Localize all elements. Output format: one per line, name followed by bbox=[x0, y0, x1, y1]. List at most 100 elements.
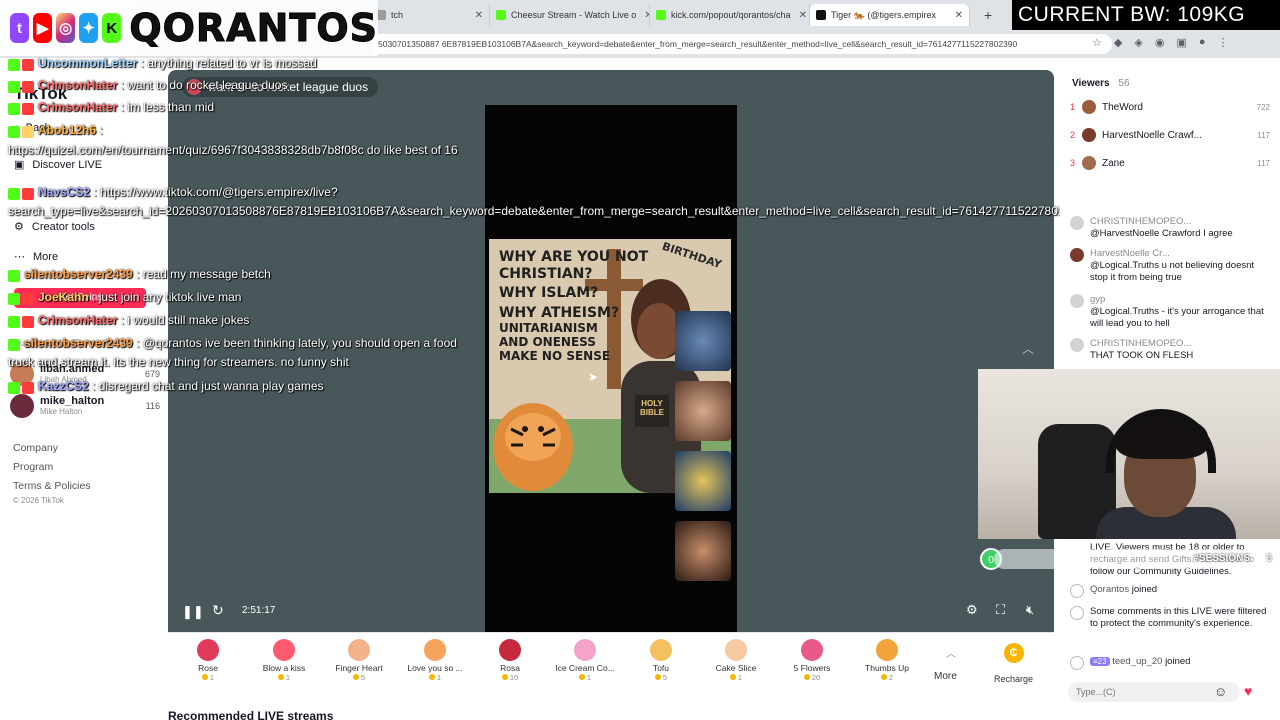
gift-item[interactable]: Tofu 5 bbox=[626, 637, 696, 682]
viewer-rank-row[interactable]: 1 TheWord 722 bbox=[1070, 100, 1270, 114]
kick-badge-icon bbox=[8, 315, 20, 328]
guest-tile[interactable] bbox=[675, 381, 731, 441]
browser-tab-active[interactable]: Tiger 🐅 (@tigers.empirex ✕ bbox=[810, 4, 970, 26]
comment-text: @Logical.Truths u not believing doesnt s… bbox=[1090, 260, 1255, 283]
heart-badge-icon bbox=[22, 187, 34, 200]
fullscreen-icon[interactable]: ⛶ bbox=[996, 602, 1005, 618]
recharge-button[interactable]: ₵ Recharge bbox=[994, 643, 1033, 687]
bookmark-star-icon[interactable]: ☆ bbox=[1092, 36, 1102, 49]
scroll-up-icon[interactable]: ︿ bbox=[1022, 340, 1034, 357]
browser-tab[interactable]: tch ✕ bbox=[370, 4, 490, 26]
extensions-puzzle-icon[interactable]: ▣ bbox=[1176, 36, 1186, 49]
avatar bbox=[1082, 156, 1096, 170]
gift-cost: 1 bbox=[737, 673, 743, 682]
pause-icon[interactable]: ❚❚ bbox=[182, 604, 204, 620]
kick-badge-icon bbox=[8, 381, 20, 394]
emoji-icon[interactable]: ☺ bbox=[1214, 684, 1227, 699]
heart-like-icon[interactable]: ♥ bbox=[1244, 683, 1252, 699]
browser-tab[interactable]: kick.com/popout/qorantos/cha ✕ bbox=[650, 4, 810, 26]
footer-link-company[interactable]: Company bbox=[13, 442, 58, 454]
kick-badge-icon bbox=[8, 338, 20, 351]
guest-tile[interactable] bbox=[675, 311, 731, 371]
social-overlay: t ▶ ◎ ✦ K QORANTOS bbox=[0, 0, 378, 56]
comment-text: @Logical.Truths - it's your arrogance th… bbox=[1090, 306, 1264, 329]
gift-item[interactable]: 5 Flowers 20 bbox=[777, 637, 847, 682]
gift-cost: 1 bbox=[285, 673, 291, 682]
address-bar[interactable]: 5030701350887 6E87819EB103106B7A&search_… bbox=[370, 34, 1112, 54]
extension-icon[interactable]: ◉ bbox=[1155, 36, 1165, 49]
gift-item[interactable]: Cake Slice 1 bbox=[701, 637, 771, 682]
guest-tile[interactable] bbox=[675, 521, 731, 581]
settings-icon[interactable]: ⚙ bbox=[966, 602, 978, 618]
more-gifts-button[interactable]: More bbox=[934, 671, 957, 682]
recharge-label: Recharge bbox=[994, 674, 1034, 684]
chat-badges bbox=[8, 99, 36, 117]
viewer-score: 722 bbox=[1256, 102, 1270, 112]
coin-icon bbox=[803, 674, 810, 680]
chat-username: UncommonLetter bbox=[38, 56, 138, 70]
gift-cost: 1 bbox=[209, 673, 215, 682]
viewers-header[interactable]: Viewers 56 bbox=[1072, 78, 1130, 89]
chat-username: Abob12h6 bbox=[38, 123, 97, 137]
tab-close-icon[interactable]: ✕ bbox=[947, 10, 963, 21]
gift-ice-cream-icon bbox=[574, 639, 596, 661]
new-tab-icon[interactable]: + bbox=[984, 7, 992, 23]
comment-text: @HarvestNoelle Crawford I agree bbox=[1090, 228, 1233, 239]
gift-name: 5 Flowers bbox=[793, 663, 831, 673]
chat-badges bbox=[8, 184, 36, 202]
gift-item[interactable]: Thumbs Up 2 bbox=[852, 637, 922, 682]
gift-flowers-icon bbox=[801, 639, 823, 661]
refresh-icon[interactable]: ↻ bbox=[212, 602, 224, 619]
profile-avatar-icon[interactable]: ● bbox=[1199, 36, 1206, 49]
viewer-rank-row[interactable]: 2 HarvestNoelle Crawf... 117 bbox=[1070, 128, 1270, 142]
chat-message: JoeKahn : just join any tiktok live man bbox=[8, 288, 478, 307]
chat-message: CrimsonHater : i would still make jokes bbox=[8, 311, 478, 330]
gift-item[interactable]: Rosa 10 bbox=[475, 637, 545, 682]
coin-icon bbox=[201, 674, 208, 680]
gift-item[interactable]: Finger Heart 5 bbox=[324, 637, 394, 682]
avatar bbox=[1070, 216, 1084, 230]
gift-item[interactable]: Love you so ... 1 bbox=[400, 637, 470, 682]
browser-tab[interactable]: Cheesur Stream - Watch Live o ✕ bbox=[490, 4, 650, 26]
tab-close-icon[interactable]: ✕ bbox=[467, 10, 483, 21]
expand-gifts-icon[interactable]: ︿ bbox=[946, 645, 956, 660]
viewers-label: Viewers bbox=[1072, 78, 1110, 89]
chat-username: silentobserver2439 bbox=[24, 267, 133, 281]
copyright: © 2026 TikTok bbox=[13, 496, 64, 505]
join-message: ≡23 teed_up_20 joined bbox=[1070, 656, 1270, 670]
extension-icon[interactable]: ◆ bbox=[1114, 36, 1122, 49]
chat-badges bbox=[8, 289, 36, 307]
kick-badge-icon bbox=[8, 125, 20, 138]
chat-text: : read my message betch bbox=[132, 267, 271, 281]
mute-icon[interactable]: 🔇︎ bbox=[1026, 602, 1034, 618]
meme-line: WHY ISLAM? bbox=[499, 285, 599, 302]
viewer-rank-row[interactable]: 3 Zane 117 bbox=[1070, 156, 1270, 170]
level-badge-icon: ≡23 bbox=[1090, 657, 1110, 666]
gift-name: Blow a kiss bbox=[262, 663, 306, 673]
extension-icon[interactable]: ◈ bbox=[1134, 36, 1142, 49]
gift-tofu-icon bbox=[650, 639, 672, 661]
session-label: #SESSIONS bbox=[1193, 553, 1250, 564]
instagram-icon: ◎ bbox=[56, 13, 76, 43]
gift-cost: 1 bbox=[436, 673, 442, 682]
guest-tile[interactable] bbox=[675, 451, 731, 511]
gift-name: Love you so ... bbox=[407, 663, 463, 673]
rank-number: 1 bbox=[1070, 102, 1076, 112]
chat-badges bbox=[8, 55, 36, 73]
tab-close-icon[interactable]: ✕ bbox=[791, 10, 807, 21]
chat-message: NavsCS2 : https://www.tiktok.com/@tigers… bbox=[8, 183, 1085, 220]
footer-link-terms[interactable]: Terms & Policies bbox=[13, 480, 91, 492]
footer-link-program[interactable]: Program bbox=[13, 461, 53, 473]
chat-badges bbox=[8, 378, 36, 396]
viewer-score: 117 bbox=[1257, 130, 1270, 140]
gift-item[interactable]: Blow a kiss 1 bbox=[249, 637, 319, 682]
gift-item[interactable]: Rose 1 bbox=[173, 637, 243, 682]
browser-menu-icon[interactable]: ⋮ bbox=[1217, 36, 1228, 49]
chat-text: : just join any tiktok live man bbox=[88, 290, 242, 304]
gift-item[interactable]: Ice Cream Co... 1 bbox=[550, 637, 620, 682]
viewer-name: Zane bbox=[1102, 157, 1125, 169]
creator-viewer-count: 116 bbox=[145, 401, 160, 411]
heart-badge-icon bbox=[22, 315, 34, 328]
tab-close-icon[interactable]: ✕ bbox=[636, 10, 649, 21]
twitch-icon: t bbox=[10, 13, 30, 43]
